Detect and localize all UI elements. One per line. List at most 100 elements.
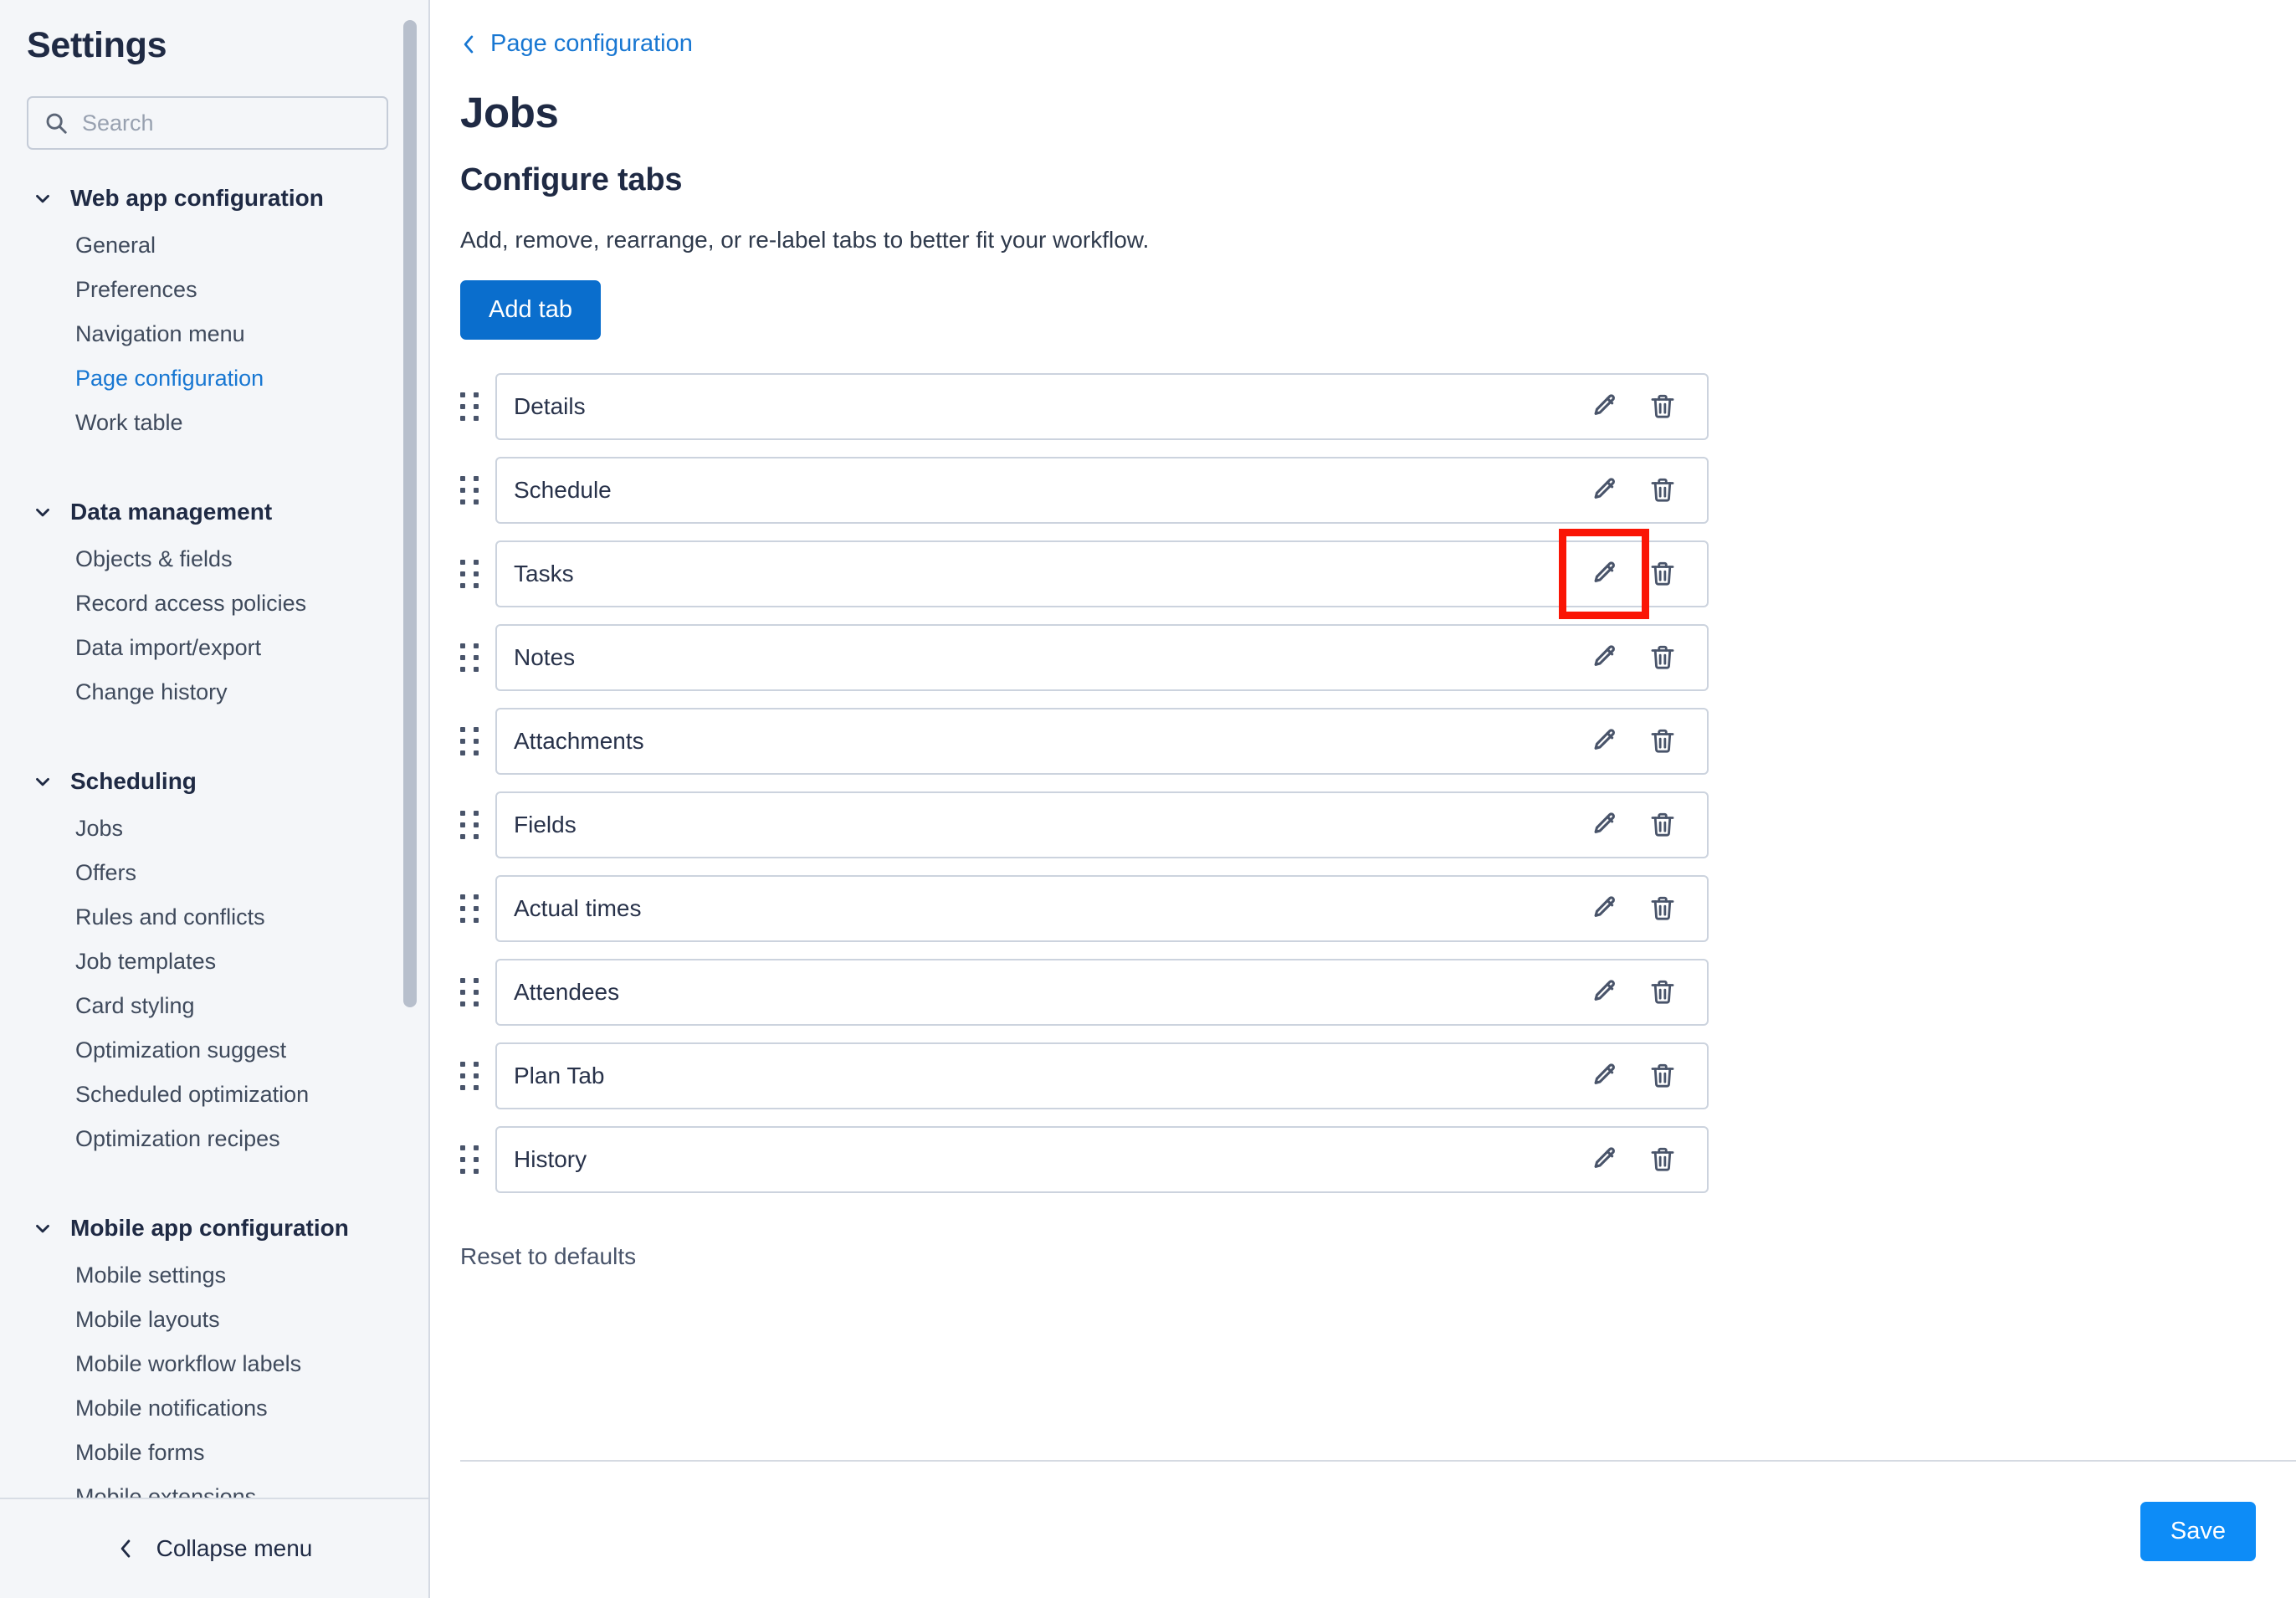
sidebar-item-page-configuration[interactable]: Page configuration [0, 356, 428, 401]
section-description: Add, remove, rearrange, or re-label tabs… [460, 227, 1150, 253]
tab-item[interactable]: Notes [495, 624, 1709, 691]
collapse-menu-button[interactable]: Collapse menu [0, 1498, 428, 1598]
sidebar-group-header[interactable]: Web app configuration [0, 173, 428, 223]
pencil-edit-icon [1590, 727, 1618, 755]
drag-handle-icon[interactable] [460, 1145, 479, 1174]
add-tab-button[interactable]: Add tab [460, 280, 601, 340]
drag-handle-icon[interactable] [460, 1062, 479, 1090]
sidebar-item-objects-fields[interactable]: Objects & fields [0, 537, 428, 581]
delete-tab-button[interactable] [1637, 381, 1689, 433]
sidebar-item-scheduled-optimization[interactable]: Scheduled optimization [0, 1073, 428, 1117]
sidebar-scrollbar-thumb[interactable] [403, 20, 417, 1007]
tab-list: Details Schedule Tasks Notes Attachments Fiel… [460, 373, 1709, 1193]
trash-delete-icon [1648, 1145, 1677, 1174]
trash-delete-icon [1648, 978, 1677, 1006]
search-input[interactable] [82, 110, 366, 136]
edit-tab-button[interactable] [1578, 381, 1630, 433]
edit-tab-button[interactable] [1578, 1050, 1630, 1102]
sidebar-group-label: Web app configuration [70, 185, 324, 211]
edit-tab-button[interactable] [1578, 966, 1630, 1018]
delete-tab-button[interactable] [1637, 715, 1689, 767]
tab-item[interactable]: Schedule [495, 457, 1709, 524]
save-button[interactable]: Save [2140, 1502, 2256, 1561]
section-title: Configure tabs [460, 162, 683, 197]
delete-tab-button[interactable] [1637, 883, 1689, 935]
tab-item[interactable]: History [495, 1126, 1709, 1193]
sidebar-item-job-templates[interactable]: Job templates [0, 940, 428, 984]
sidebar-item-mobile-settings[interactable]: Mobile settings [0, 1253, 428, 1298]
tab-row: Schedule [460, 457, 1709, 524]
drag-handle-icon[interactable] [460, 894, 479, 923]
sidebar-item-mobile-extensions[interactable]: Mobile extensions [0, 1475, 428, 1498]
edit-tab-button[interactable] [1578, 715, 1630, 767]
edit-tab-button[interactable] [1559, 529, 1649, 619]
edit-tab-button[interactable] [1578, 632, 1630, 684]
delete-tab-button[interactable] [1637, 632, 1689, 684]
sidebar-item-mobile-layouts[interactable]: Mobile layouts [0, 1298, 428, 1342]
reset-to-defaults-link[interactable]: Reset to defaults [460, 1243, 636, 1270]
sidebar-group-header[interactable]: Data management [0, 487, 428, 537]
sidebar-nav: Web app configuration General Preferences N… [0, 173, 428, 1498]
sidebar-group-label: Mobile app configuration [70, 1215, 349, 1241]
tab-item[interactable]: Fields [495, 791, 1709, 858]
search-box[interactable] [27, 96, 388, 150]
delete-tab-button[interactable] [1637, 1050, 1689, 1102]
sidebar-item-work-table[interactable]: Work table [0, 401, 428, 445]
sidebar-item-navigation-menu[interactable]: Navigation menu [0, 312, 428, 356]
edit-tab-button[interactable] [1578, 1134, 1630, 1186]
sidebar-item-optimization-recipes[interactable]: Optimization recipes [0, 1117, 428, 1161]
delete-tab-button[interactable] [1637, 464, 1689, 516]
tab-label: Details [514, 393, 586, 419]
edit-tab-button[interactable] [1578, 464, 1630, 516]
delete-tab-button[interactable] [1637, 548, 1689, 600]
sidebar-group-header[interactable]: Scheduling [0, 756, 428, 807]
sidebar-item-preferences[interactable]: Preferences [0, 268, 428, 312]
edit-tab-button[interactable] [1578, 883, 1630, 935]
sidebar-item-mobile-notifications[interactable]: Mobile notifications [0, 1386, 428, 1431]
sidebar-item-mobile-workflow-labels[interactable]: Mobile workflow labels [0, 1342, 428, 1386]
tab-item[interactable]: Plan Tab [495, 1042, 1709, 1109]
tab-row: Attachments [460, 708, 1709, 775]
tab-item[interactable]: Tasks [495, 529, 1709, 619]
sidebar-scrollbar[interactable] [403, 0, 417, 1498]
footer-divider [460, 1460, 2296, 1462]
drag-handle-icon[interactable] [460, 727, 479, 755]
sidebar-item-change-history[interactable]: Change history [0, 670, 428, 714]
tab-row: Fields [460, 791, 1709, 858]
drag-handle-icon[interactable] [460, 560, 479, 588]
drag-handle-icon[interactable] [460, 392, 479, 421]
tab-item[interactable]: Attendees [495, 959, 1709, 1026]
tab-item[interactable]: Attachments [495, 708, 1709, 775]
delete-tab-button[interactable] [1637, 799, 1689, 851]
sidebar-group-header[interactable]: Mobile app configuration [0, 1203, 428, 1253]
sidebar-item-data-import-export[interactable]: Data import/export [0, 626, 428, 670]
pencil-edit-icon [1590, 643, 1618, 672]
sidebar-group: Mobile app configuration Mobile settings M… [0, 1203, 428, 1498]
pencil-edit-icon [1590, 894, 1618, 923]
edit-tab-button[interactable] [1578, 799, 1630, 851]
sidebar-group: Scheduling Jobs Offers Rules and conflicts J… [0, 756, 428, 1161]
sidebar-item-jobs[interactable]: Jobs [0, 807, 428, 851]
tab-item[interactable]: Actual times [495, 875, 1709, 942]
tab-label: Notes [514, 644, 576, 670]
breadcrumb-back-link[interactable]: Page configuration [430, 0, 693, 58]
drag-handle-icon[interactable] [460, 978, 479, 1006]
delete-tab-button[interactable] [1637, 1134, 1689, 1186]
sidebar-item-rules-and-conflicts[interactable]: Rules and conflicts [0, 895, 428, 940]
pencil-edit-icon [1590, 560, 1618, 588]
delete-tab-button[interactable] [1637, 966, 1689, 1018]
sidebar-item-card-styling[interactable]: Card styling [0, 984, 428, 1028]
drag-handle-icon[interactable] [460, 643, 479, 672]
sidebar-item-optimization-suggest[interactable]: Optimization suggest [0, 1028, 428, 1073]
sidebar-item-offers[interactable]: Offers [0, 851, 428, 895]
sidebar-item-general[interactable]: General [0, 223, 428, 268]
tab-label: History [514, 1146, 587, 1172]
sidebar-item-record-access-policies[interactable]: Record access policies [0, 581, 428, 626]
tab-label: Tasks [514, 561, 574, 586]
tab-label: Fields [514, 812, 577, 837]
chevron-left-icon [116, 1538, 135, 1560]
drag-handle-icon[interactable] [460, 811, 479, 839]
tab-item[interactable]: Details [495, 373, 1709, 440]
sidebar-item-mobile-forms[interactable]: Mobile forms [0, 1431, 428, 1475]
drag-handle-icon[interactable] [460, 476, 479, 504]
